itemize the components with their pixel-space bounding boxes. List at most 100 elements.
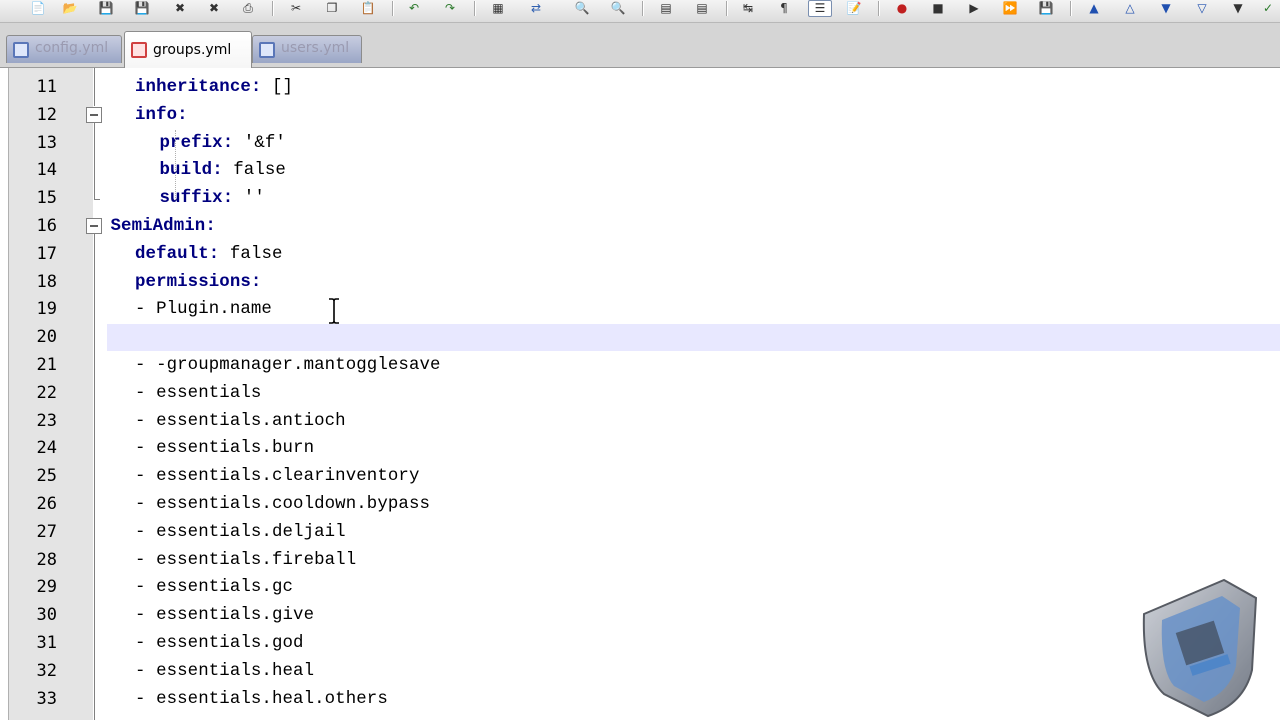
code-line-area[interactable]: - essentials.burn [107,435,1280,462]
code-line[interactable]: 11 inheritance: [] [9,74,1280,101]
line-number: 27 [36,521,57,542]
copy-icon[interactable]: ❐ [322,0,342,17]
tab-config[interactable]: config.yml [6,35,122,63]
redo-icon[interactable]: ↷ [440,0,460,17]
stop-macro-icon[interactable]: ■ [928,0,948,17]
zoom-out-icon[interactable]: 🔍 [608,0,628,17]
sync-vertical-icon[interactable]: ▤ [656,0,676,17]
code-line-area[interactable]: - essentials.gc [107,574,1280,601]
open-file-icon[interactable]: 📂 [60,0,80,17]
yaml-list-item: - essentials.antioch [135,411,346,431]
code-line[interactable]: 26 - essentials.cooldown.bypass [9,491,1280,518]
code-line[interactable]: 21 - -groupmanager.mantogglesave [9,352,1280,379]
move-down-icon[interactable]: △ [1120,0,1140,17]
toolbar-separator [642,1,643,16]
language-icon[interactable]: 📝 [844,0,864,17]
code-line-area[interactable]: - essentials.heal.others [107,686,1280,713]
code-line[interactable]: 20 [9,324,1280,352]
code-line-area[interactable]: - essentials.clearinventory [107,463,1280,490]
show-all-chars-icon[interactable]: ¶ [774,0,794,17]
code-line[interactable]: 14 build: false [9,157,1280,184]
play-macro-icon[interactable]: ▶ [964,0,984,17]
yaml-value: false [219,244,283,264]
yaml-list-item: - Plugin.name [135,300,272,320]
code-editor[interactable]: 11 inheritance: [] 12 info: 13 prefix: '&f' 14… [8,68,1280,720]
code-line[interactable]: 12 info: [9,102,1280,129]
code-line[interactable]: 17 default: false [9,241,1280,268]
yaml-colon: : [250,272,262,292]
code-line-area[interactable]: - essentials [107,380,1280,407]
code-line-area[interactable]: - Plugin.name [107,296,1280,323]
tab-groups[interactable]: groups.yml [124,31,252,68]
code-line-area[interactable]: - essentials.fireball [107,547,1280,574]
fold-toggle-icon[interactable] [86,107,102,123]
code-line-area[interactable] [107,324,1280,352]
code-line-area[interactable]: - essentials.give [107,602,1280,629]
code-line[interactable]: 31 - essentials.god [9,630,1280,657]
save-icon[interactable]: 💾 [96,0,116,17]
code-line-area[interactable]: default: false [107,241,1280,268]
play-multiple-icon[interactable]: ⏩ [1000,0,1020,17]
code-line[interactable]: 23 - essentials.antioch [9,408,1280,435]
indent-guide-icon[interactable]: ☰ [808,0,832,17]
cut-icon[interactable]: ✂ [286,0,306,17]
code-line[interactable]: 27 - essentials.deljail [9,519,1280,546]
sync-horizontal-icon[interactable]: ▤ [692,0,712,17]
close-icon[interactable]: ✖ [170,0,190,17]
new-file-icon[interactable]: 📄 [28,0,48,17]
replace-icon[interactable]: ⇄ [526,0,546,17]
dropdown-icon[interactable]: ▼ [1228,0,1248,17]
close-all-icon[interactable]: ✖ [204,0,224,17]
code-line-area[interactable]: - essentials.god [107,630,1280,657]
line-number: 26 [36,494,57,514]
code-line-area[interactable]: info: [107,102,1280,129]
code-line-area[interactable]: permissions: [107,269,1280,296]
fold-toggle-icon[interactable] [86,218,102,234]
print-icon[interactable]: ⎙ [238,0,258,17]
indent-guide [175,130,176,200]
toolbar-separator [392,1,393,16]
code-line[interactable]: 18 permissions: [9,269,1280,296]
code-line[interactable]: 29 - essentials.gc [9,574,1280,601]
code-line-area[interactable]: prefix: '&f' [107,130,1280,157]
code-line-area[interactable]: suffix: '' [107,185,1280,212]
spellcheck-icon[interactable]: ▽ [1192,0,1212,17]
word-wrap-icon[interactable]: ↹ [738,0,758,17]
code-line-area[interactable]: SemiAdmin: [107,213,1280,240]
code-line[interactable]: 24 - essentials.burn [9,435,1280,462]
code-line-area[interactable]: - essentials.antioch [107,408,1280,435]
code-line[interactable]: 28 - essentials.fireball [9,547,1280,574]
code-line-area[interactable]: - essentials.cooldown.bypass [107,491,1280,518]
yaml-list-item: - essentials.give [135,606,315,626]
zoom-in-icon[interactable]: 🔍 [572,0,592,17]
save-all-icon[interactable]: 💾 [132,0,152,17]
code-line[interactable]: 32 - essentials.heal [9,658,1280,685]
tab-label: config.yml [35,39,109,56]
line-number: 33 [36,688,57,709]
record-macro-icon[interactable]: ● [892,0,912,17]
code-line-area[interactable]: inheritance: [] [107,74,1280,101]
code-line[interactable]: 15 suffix: '' [9,185,1280,212]
check-icon[interactable]: ✓ [1258,0,1278,17]
code-line[interactable]: 30 - essentials.give [9,602,1280,629]
move-up-icon[interactable]: ▲ [1084,0,1104,17]
save-macro-icon[interactable]: 💾 [1036,0,1056,17]
code-line[interactable]: 25 - essentials.clearinventory [9,463,1280,490]
tab-users[interactable]: users.yml [252,35,362,63]
code-line[interactable]: 16 SemiAdmin: [9,213,1280,240]
paste-icon[interactable]: 📋 [358,0,378,17]
code-line-area[interactable]: build: false [107,157,1280,184]
code-line[interactable]: 19 - Plugin.name [9,296,1280,323]
bookmark-icon[interactable]: ▼ [1156,0,1176,17]
code-line-area[interactable]: - -groupmanager.mantogglesave [107,352,1280,379]
code-line-area[interactable]: - essentials.heal [107,658,1280,685]
undo-icon[interactable]: ↶ [404,0,424,17]
watermark-shield-icon [1142,578,1258,718]
tab-bar: config.yml users.yml groups.yml [0,23,1280,68]
code-line[interactable]: 22 - essentials [9,380,1280,407]
yaml-list-item: - -groupmanager.mantogglesave [135,356,441,375]
code-line[interactable]: 13 prefix: '&f' [9,130,1280,157]
find-icon[interactable]: ▦ [488,0,508,17]
code-line-area[interactable]: - essentials.deljail [107,519,1280,546]
code-line[interactable]: 33 - essentials.heal.others [9,686,1280,713]
